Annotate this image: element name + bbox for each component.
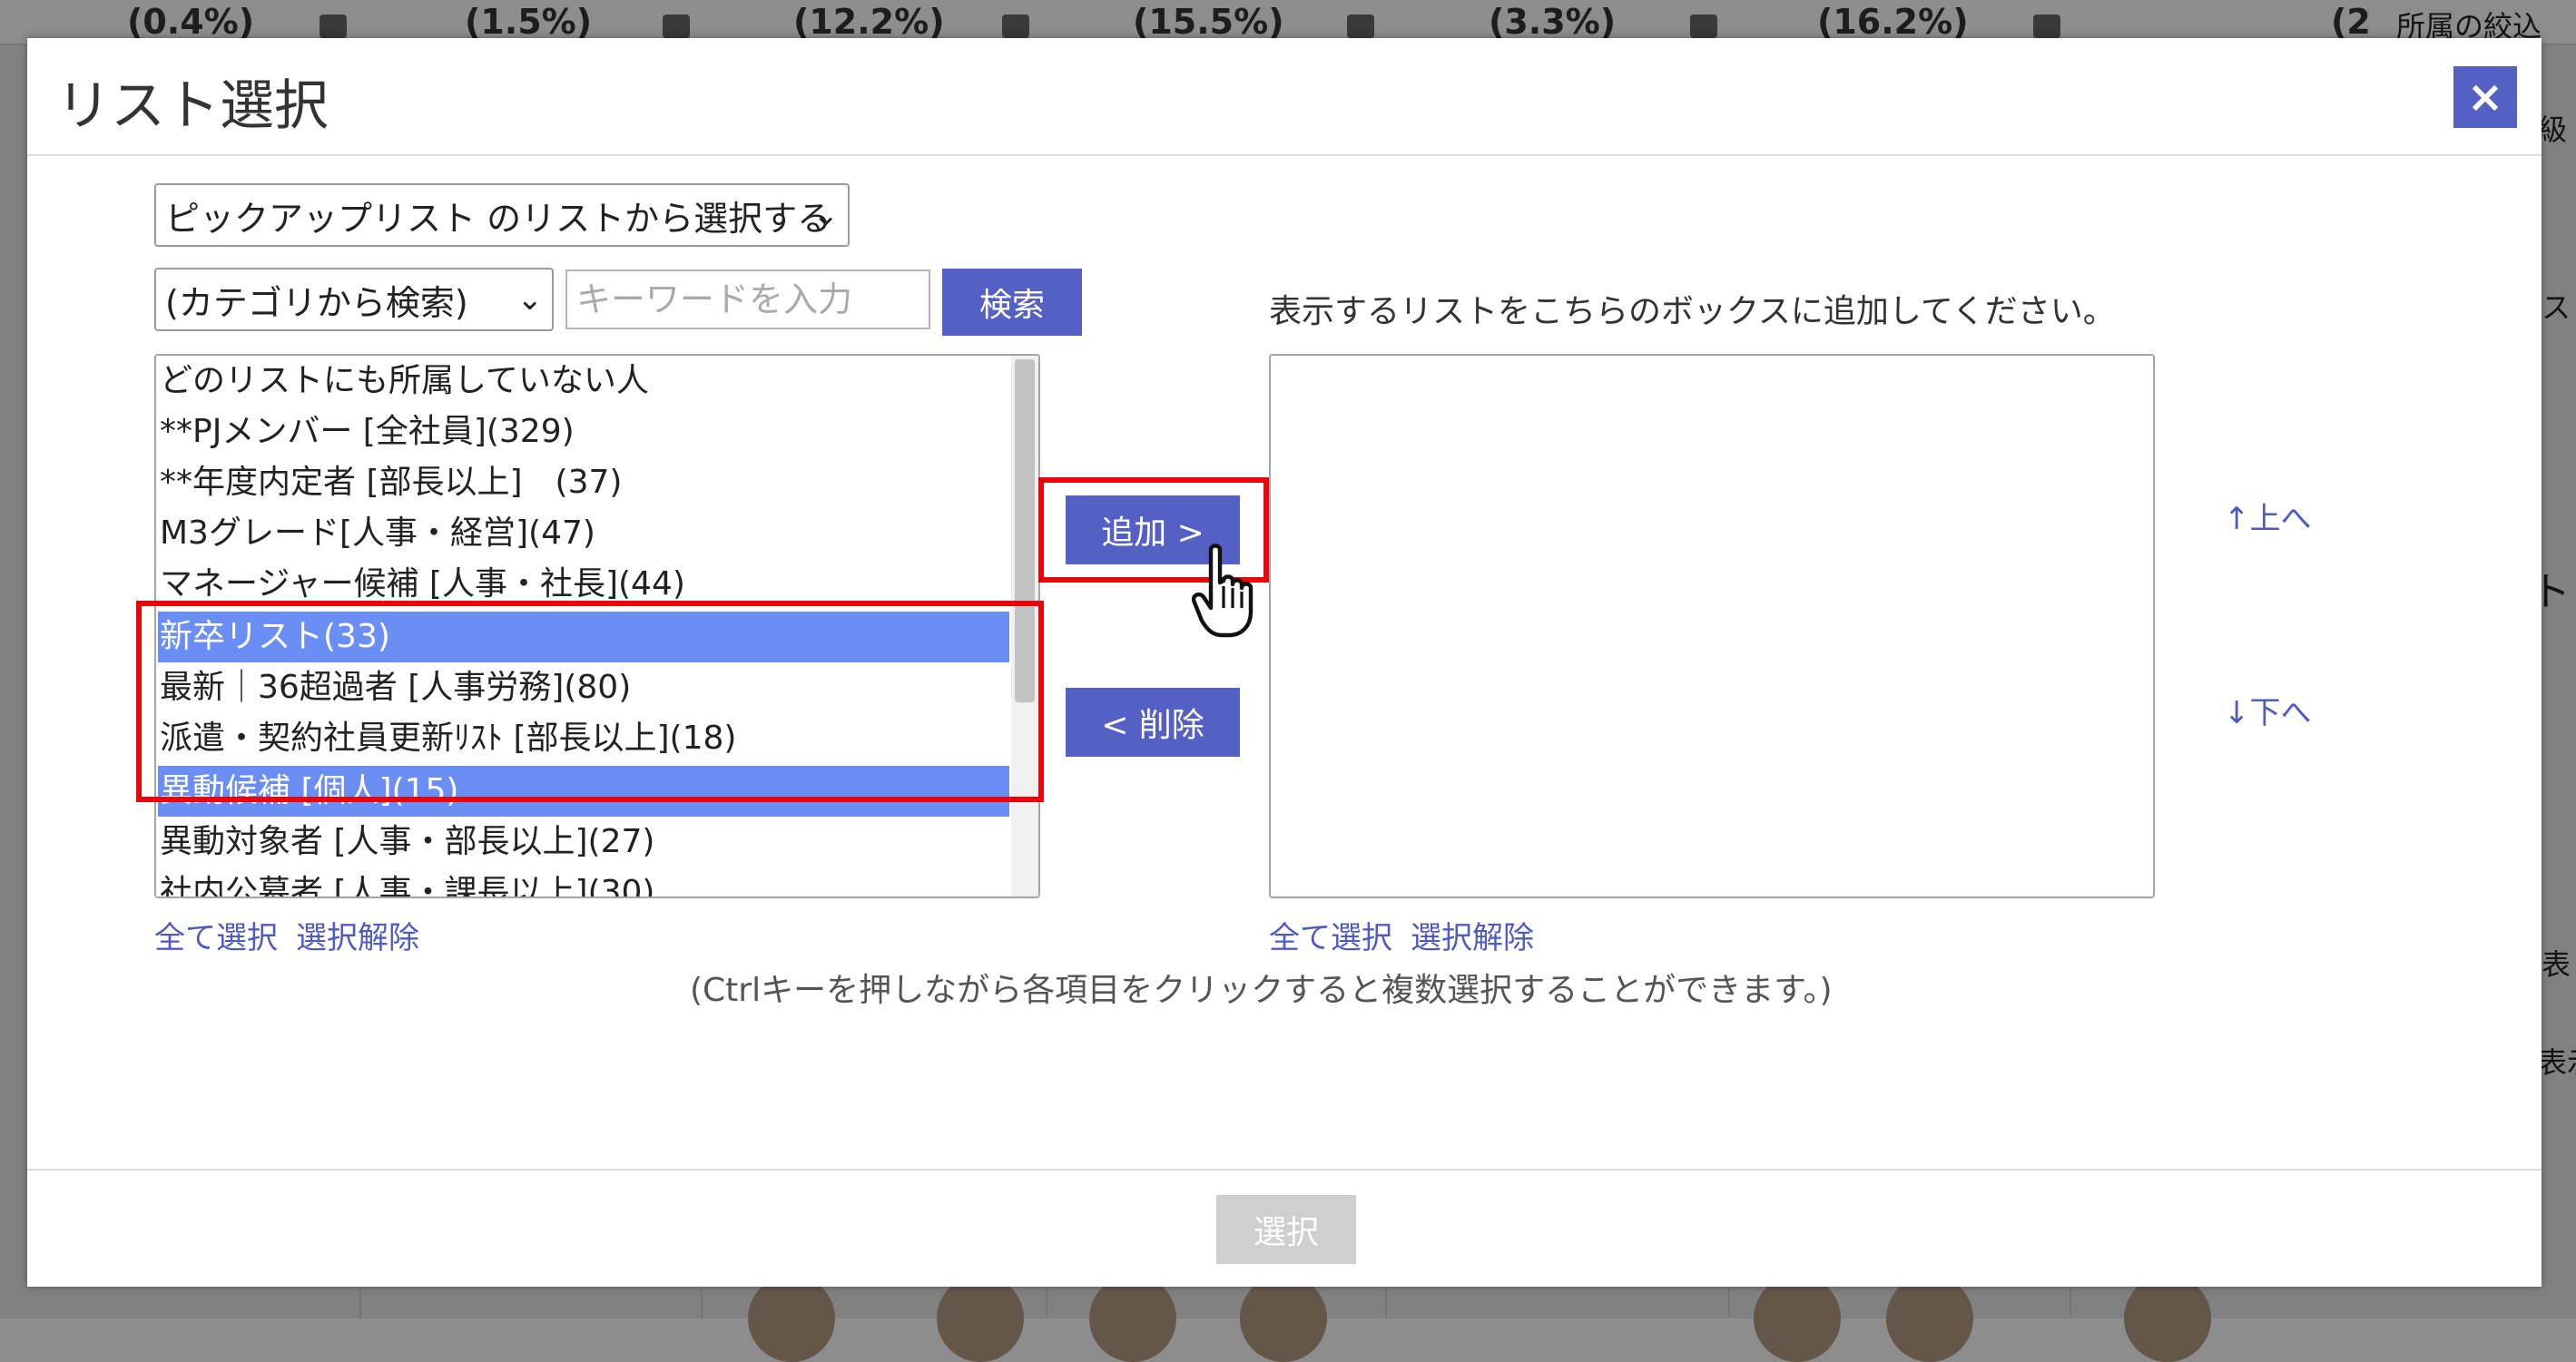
keyword-input[interactable] [565,269,930,329]
multi-select-hint: (Ctrlキーを押しながら各項目をクリックすると複数選択することができます。) [690,972,1833,1009]
category-select[interactable]: (カテゴリから検索) ⌄ [154,268,554,331]
edit-icon [1347,15,1374,38]
avatar [1240,1275,1327,1362]
header-divider [27,154,2542,156]
hand-cursor-icon [1191,544,1254,638]
list-item[interactable]: **年度内定者 [部長以上] (37) [158,457,1009,508]
edit-icon [2033,15,2060,38]
background-text: 級 [2538,113,2568,147]
edit-icon [663,15,690,38]
background-text: 表 [2542,947,2571,982]
list-item[interactable]: 社内公募者 [人事・課長以上](30) [158,867,1009,897]
stat-percent: (0.4%) [127,2,255,42]
background-text: ス [2542,290,2571,325]
avatar [748,1275,835,1362]
left-deselect-link[interactable]: 選択解除 [296,913,419,957]
edit-icon [1002,15,1029,38]
stat-percent: (1.5%) [465,2,593,42]
list-item[interactable]: どのリストにも所属していない人 [158,356,1009,407]
instruction-text: 表示するリストをこちらのボックスに追加してください。 [1269,293,2116,330]
chevron-down-icon: ⌄ [812,197,840,233]
footer-divider [27,1169,2542,1171]
move-down-link[interactable]: ↓下へ [2224,688,2312,732]
chevron-down-icon: ⌄ [516,281,544,318]
stat-percent: (16.2%) [1817,2,1969,42]
left-select-all-link[interactable]: 全て選択 [154,913,278,957]
list-item[interactable]: **PJメンバー [全社員](329) [158,407,1009,457]
stat-percent: (3.3%) [1489,2,1617,42]
avatar [1754,1275,1841,1362]
close-button[interactable]: × [2453,66,2517,128]
avatar [1089,1275,1176,1362]
search-button[interactable]: 検索 [942,269,1082,336]
list-source-select[interactable]: ピックアップリスト のリストから選択する ⌄ [154,183,850,247]
close-icon: × [2466,72,2504,122]
stat-percent: (12.2%) [793,2,945,42]
avatar [2124,1275,2211,1362]
background-text: 表示 [2538,1045,2576,1080]
avatar [1886,1275,1973,1362]
highlight-selected-items [136,601,1044,802]
edit-icon [1690,15,1717,38]
stat-percent: (15.5%) [1133,2,1284,42]
list-item[interactable]: M3グレード[人事・経営](47) [158,508,1009,559]
right-deselect-link[interactable]: 選択解除 [1411,913,1534,957]
right-select-all-link[interactable]: 全て選択 [1269,913,1392,957]
edit-icon [320,15,347,38]
stat-percent: (2 [2331,2,2371,42]
avatar [937,1275,1024,1362]
selected-lists-box[interactable] [1269,354,2155,898]
category-select-value: (カテゴリから検索) [165,282,468,323]
list-select-dialog: リスト選択 × ピックアップリスト のリストから選択する ⌄ (カテゴリから検索… [27,38,2542,1287]
dialog-title: リスト選択 [56,74,329,138]
move-up-link[interactable]: ↑上へ [2224,494,2312,538]
list-source-select-value: ピックアップリスト のリストから選択する [165,198,832,239]
select-button[interactable]: 選択 [1216,1195,1356,1264]
remove-button[interactable]: < 削除 [1066,688,1240,757]
list-item[interactable]: 異動対象者 [人事・部長以上](27) [158,817,1009,867]
